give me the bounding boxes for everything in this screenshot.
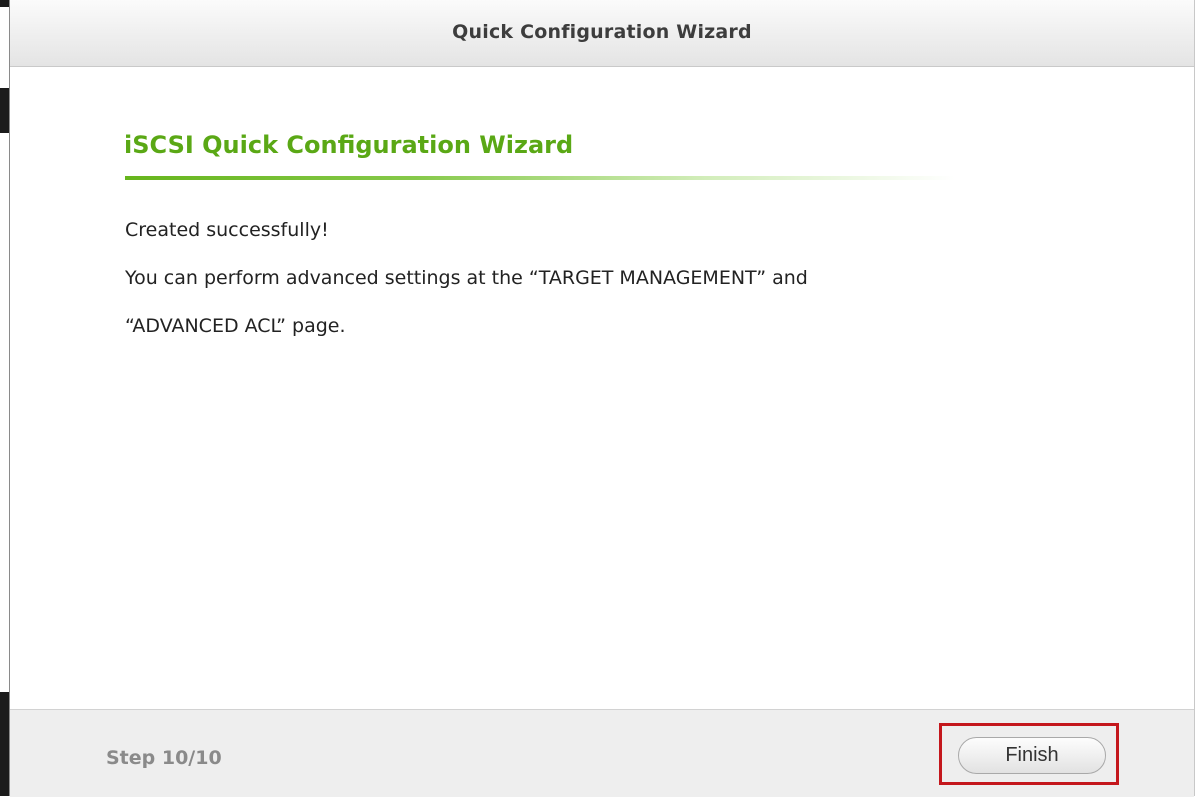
wizard-footer: Step 10/10 Finish <box>10 709 1194 797</box>
dialog-frame: Quick Configuration Wizard iSCSI Quick C… <box>9 0 1195 797</box>
info-message-line-2: “ADVANCED ACL” page. <box>125 315 346 337</box>
heading-divider <box>125 176 955 180</box>
wizard-heading: iSCSI Quick Configuration Wizard <box>124 131 574 159</box>
success-message: Created successfully! <box>125 219 329 241</box>
finish-button[interactable]: Finish <box>958 737 1106 774</box>
info-message-line-1: You can perform advanced settings at the… <box>125 267 808 289</box>
background-edge <box>0 0 9 796</box>
wizard-content: iSCSI Quick Configuration Wizard Created… <box>10 67 1194 709</box>
window-title: Quick Configuration Wizard <box>452 21 752 43</box>
title-bar: Quick Configuration Wizard <box>10 0 1194 67</box>
wizard-dialog: Quick Configuration Wizard iSCSI Quick C… <box>0 0 1195 797</box>
step-indicator: Step 10/10 <box>106 747 222 769</box>
